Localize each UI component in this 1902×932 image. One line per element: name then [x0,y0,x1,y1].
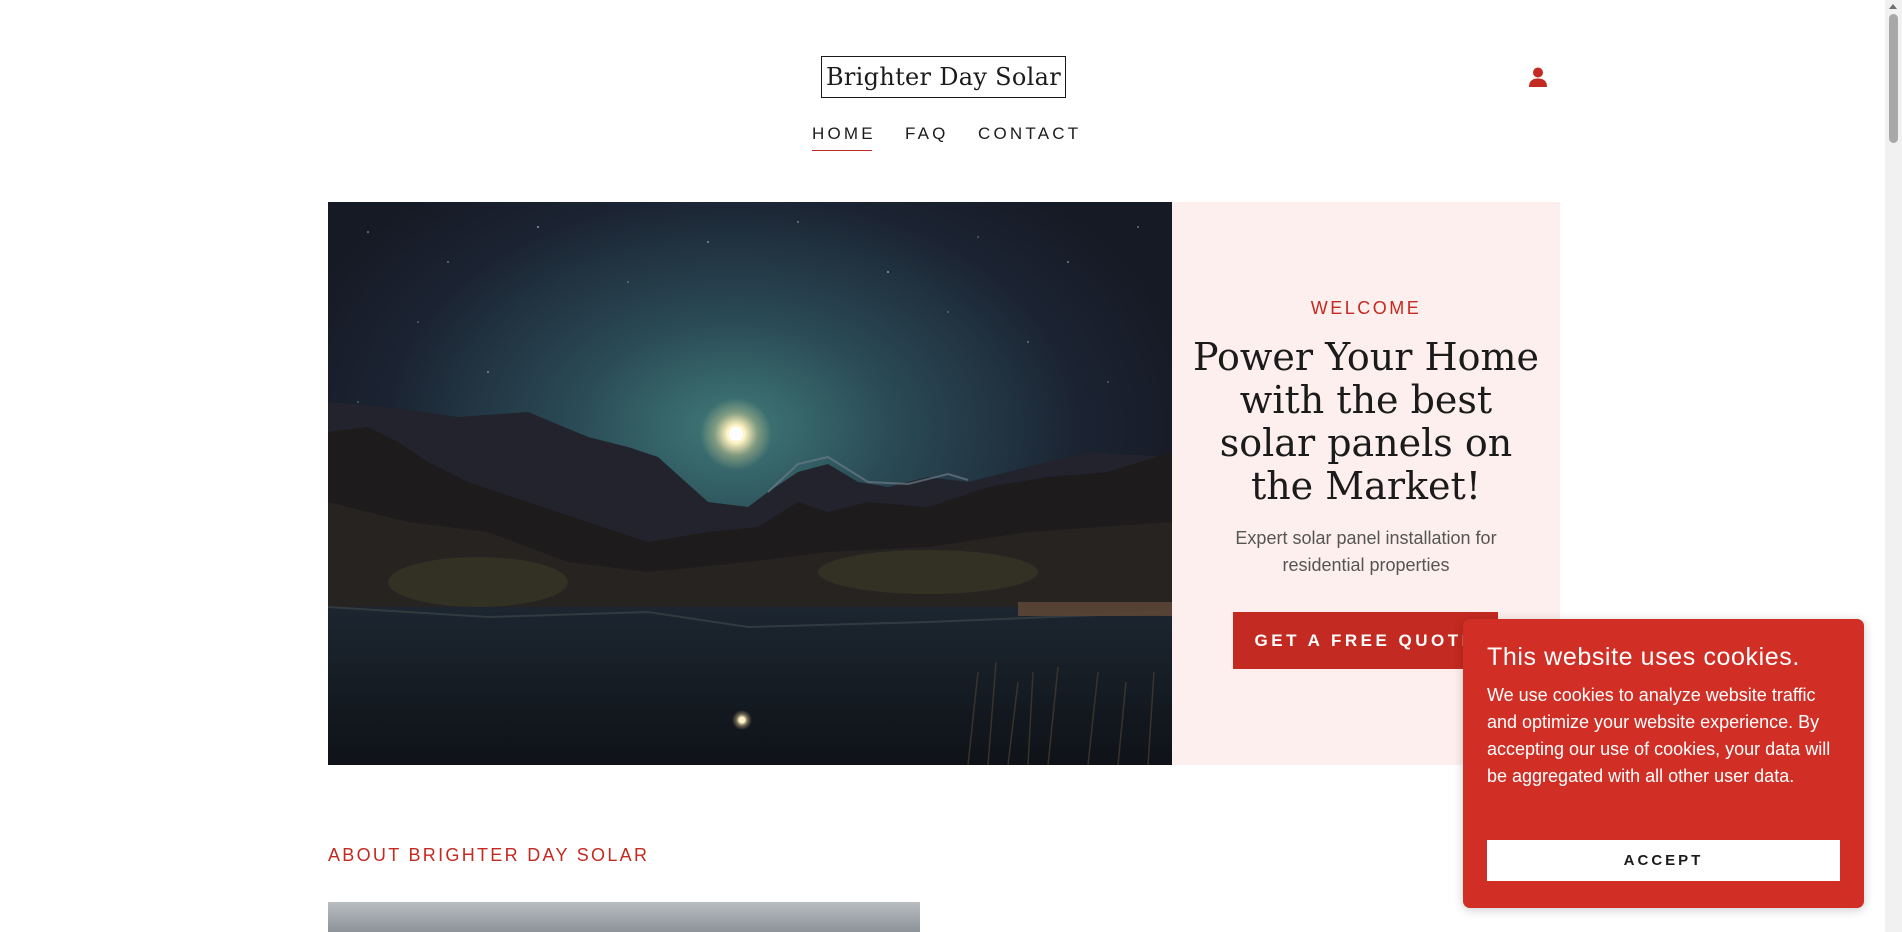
about-image [328,902,920,932]
cookie-title: This website uses cookies. [1487,643,1800,671]
nav-item-label: HOME [812,124,876,143]
about-heading: ABOUT BRIGHTER DAY SOLAR [328,845,650,865]
scroll-thumb[interactable] [1889,14,1898,143]
user-icon[interactable] [1527,66,1549,88]
nav-item-faq[interactable]: FAQ [905,123,949,145]
nav-item-contact[interactable]: CONTACT [978,123,1081,145]
get-quote-button[interactable]: GET A FREE QUOTE [1233,612,1498,669]
accept-cookies-button[interactable]: ACCEPT [1487,840,1840,881]
scroll-up-icon[interactable] [1889,4,1897,9]
hero-kicker: WELCOME [1310,298,1422,318]
hero-image [328,202,1172,765]
site-logo-text: Brighter Day Solar [825,63,1062,91]
cookie-message: We use cookies to analyze website traffi… [1487,685,1831,786]
scrollbar[interactable] [1885,0,1902,932]
hero-title: Power Your Home with the best solar pane… [1192,335,1540,508]
site-logo[interactable]: Brighter Day Solar [821,56,1066,98]
nav-item-label: CONTACT [978,124,1082,143]
hero-subtitle: Expert solar panel installation for resi… [1235,528,1497,575]
nav-item-label: FAQ [905,124,949,143]
main-nav: HOME FAQ CONTACT [0,123,1902,153]
cookie-banner: This website uses cookies. We use cookie… [1463,619,1864,908]
nav-item-home[interactable]: HOME [812,123,876,151]
